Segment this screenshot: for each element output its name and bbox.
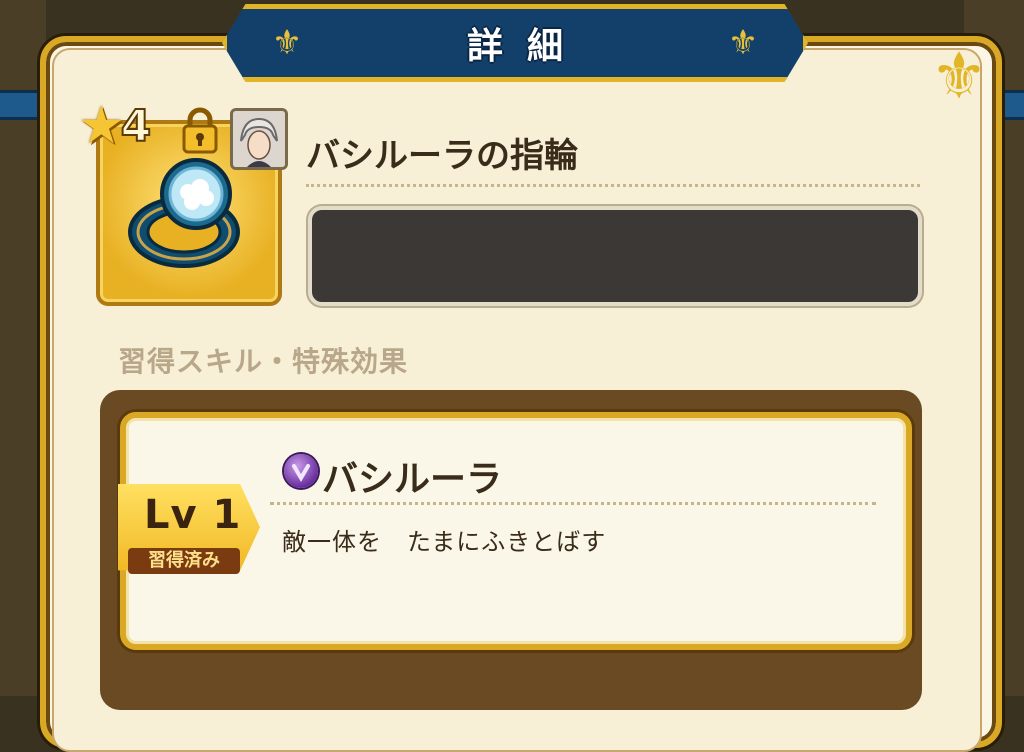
page-title: 詳細 [466, 26, 587, 67]
fleur-de-lis-icon: ⚜ [727, 23, 759, 63]
learned-status: 習得済み [128, 548, 240, 574]
item-description-box [308, 206, 922, 306]
item-name: バシルーラの指輪 [306, 136, 578, 176]
rarity-value: 4 [120, 100, 153, 153]
fleur-de-lis-icon: ⚜ [271, 23, 303, 63]
level-badge: Lv 1 習得済み [118, 484, 260, 580]
sky-crystal-ring-icon [128, 158, 240, 268]
lock-icon[interactable] [180, 106, 220, 154]
purple-skill-orb-icon [284, 454, 318, 488]
skill-description: 敵一体を たまにふきとばす [282, 528, 607, 556]
level-text: Lv 1 [144, 492, 242, 538]
star-icon: ★ [78, 96, 125, 156]
divider [306, 184, 920, 187]
skill-divider [270, 502, 876, 505]
rarity-badge: ★ 4 [78, 96, 153, 156]
section-label: 習得スキル・特殊効果 [118, 345, 409, 378]
title-banner: ⚜ 詳細 ⚜ [222, 4, 808, 82]
skill-name: バシルーラ [322, 459, 503, 500]
character-portrait-icon[interactable] [230, 108, 288, 170]
corner-ornament-icon: ⚜ [930, 40, 988, 114]
